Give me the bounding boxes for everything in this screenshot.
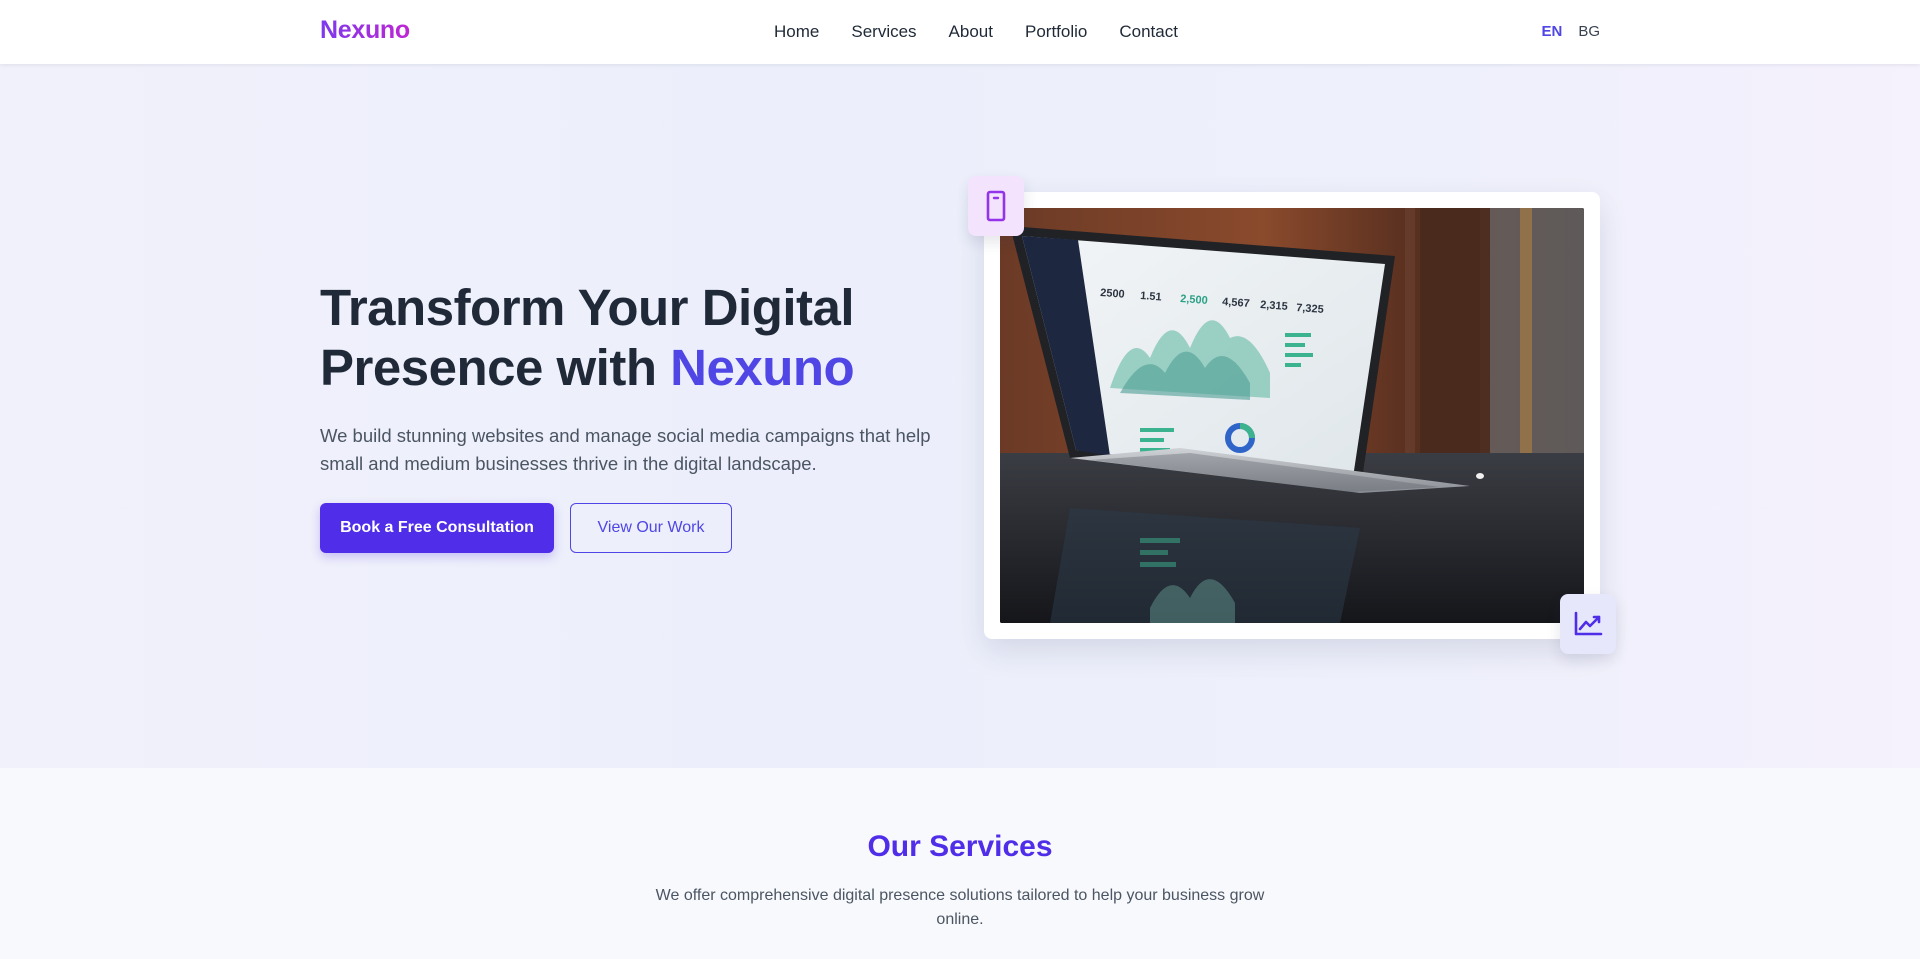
hero-image-card: 2500 1.51 2,500 4,567 2,315 7,325 — [984, 192, 1600, 639]
services-section: Our Services We offer comprehensive digi… — [0, 768, 1920, 959]
language-switcher: EN BG — [1541, 23, 1600, 40]
phone-icon-badge — [968, 176, 1024, 236]
book-consultation-button[interactable]: Book a Free Consultation — [320, 503, 554, 553]
svg-text:2,315: 2,315 — [1260, 299, 1288, 313]
view-work-button[interactable]: View Our Work — [570, 503, 732, 553]
svg-text:4,567: 4,567 — [1222, 296, 1250, 310]
svg-text:2,500: 2,500 — [1180, 293, 1208, 307]
lang-bg[interactable]: BG — [1578, 23, 1600, 40]
nav-contact[interactable]: Contact — [1119, 22, 1178, 42]
chart-line-icon — [1574, 611, 1603, 636]
nav-services[interactable]: Services — [851, 22, 916, 42]
nav-portfolio[interactable]: Portfolio — [1025, 22, 1087, 42]
lang-en[interactable]: EN — [1541, 23, 1562, 40]
chart-icon-badge — [1560, 594, 1616, 654]
logo[interactable]: Nexuno — [320, 16, 410, 45]
hero-subtitle: We build stunning websites and manage so… — [320, 425, 931, 474]
hero-section: Transform Your Digital Presence with Nex… — [0, 64, 1920, 768]
nav-home[interactable]: Home — [774, 22, 819, 42]
svg-text:7,325: 7,325 — [1296, 302, 1324, 316]
svg-text:1.51: 1.51 — [1140, 290, 1162, 303]
site-header: Nexuno Home Services About Portfolio Con… — [0, 0, 1920, 64]
main-nav: Home Services About Portfolio Contact — [774, 22, 1178, 42]
nav-about[interactable]: About — [949, 22, 993, 42]
laptop-dashboard-image: 2500 1.51 2,500 4,567 2,315 7,325 — [1000, 208, 1584, 623]
phone-icon — [986, 190, 1006, 222]
hero-title: Transform Your Digital Presence with Nex… — [320, 278, 920, 398]
hero-title-line1: Transform Your Digital — [320, 279, 855, 336]
hero-title-line2: Presence with — [320, 339, 671, 396]
services-subtitle: We offer comprehensive digital presence … — [655, 887, 1265, 928]
svg-text:2500: 2500 — [1100, 287, 1125, 301]
services-title: Our Services — [867, 830, 1053, 863]
hero-title-brand: Nexuno — [670, 339, 855, 396]
